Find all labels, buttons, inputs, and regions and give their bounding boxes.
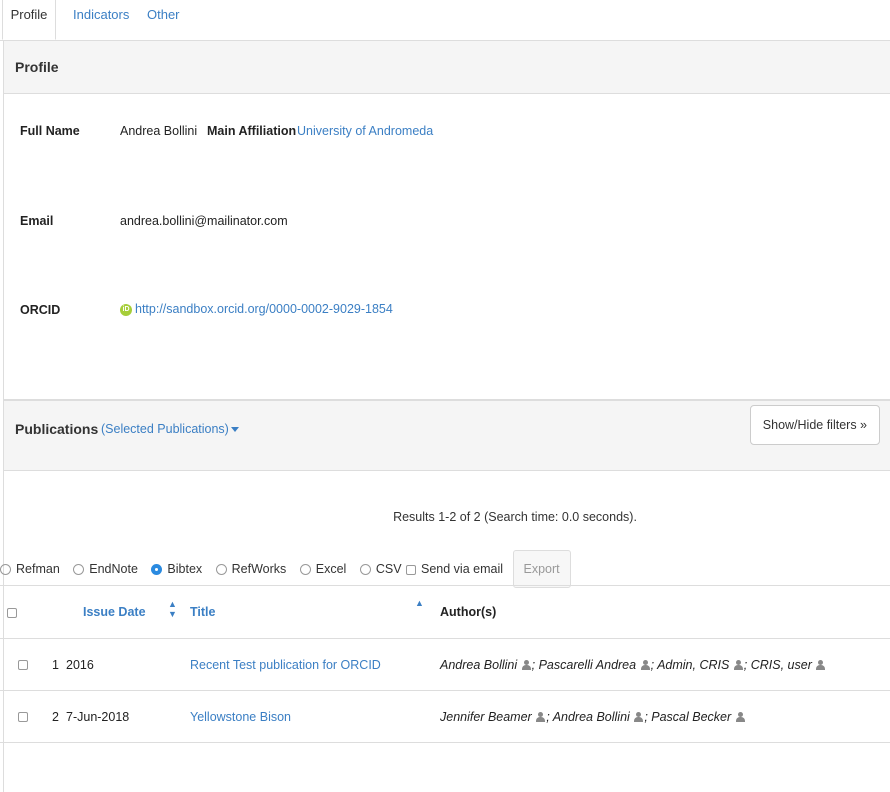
person-icon[interactable] (521, 660, 531, 671)
author-link[interactable]: Pascal Becker (651, 710, 731, 724)
row-title-cell: Recent Test publication for ORCID (181, 638, 431, 691)
export-option-refworks[interactable]: RefWorks (215, 562, 287, 576)
row-number: 1 (29, 638, 65, 691)
row-title-link[interactable]: Recent Test publication for ORCID (190, 658, 381, 672)
author-link[interactable]: Jennifer Beamer (440, 710, 532, 724)
row-title-cell: Yellowstone Bison (181, 690, 431, 743)
profile-heading: Profile (4, 41, 890, 94)
tab-other[interactable]: Other (147, 0, 180, 40)
checkbox-icon[interactable] (406, 564, 417, 575)
export-label: EndNote (89, 562, 138, 576)
table-row: 1 2016 Recent Test publication for ORCID An… (0, 638, 890, 691)
export-option-refman[interactable]: Refman (0, 562, 60, 576)
row-authors-cell: Jennifer Beamer ; Andrea Bollini ; Pasca… (431, 690, 890, 743)
person-icon[interactable] (640, 660, 650, 671)
person-icon[interactable] (536, 712, 546, 723)
radio-icon[interactable] (299, 564, 311, 576)
send-email-label: Send via email (421, 562, 504, 576)
table-row: 2 7-Jun-2018 Yellowstone Bison Jennifer Bea… (0, 690, 890, 743)
export-label: RefWorks (231, 562, 287, 576)
caret-down-icon (230, 427, 239, 433)
tab-profile[interactable]: Profile (2, 0, 56, 40)
row-number: 2 (29, 690, 65, 743)
publications-heading: Publications (Selected Publications) Sho… (4, 401, 890, 471)
author-link[interactable]: CRIS, user (751, 658, 812, 672)
issue-date-sort-link[interactable]: Issue Date (83, 605, 146, 619)
show-hide-filters-button[interactable]: Show/Hide filters » (749, 405, 880, 445)
author-link[interactable]: Andrea Bollini (553, 710, 630, 724)
row-issue-date: 7-Jun-2018 (65, 690, 181, 743)
authors-header: Author(s) (431, 585, 890, 639)
orcid-link[interactable]: http://sandbox.orcid.org/0000-0002-9029-… (135, 302, 393, 316)
email-label: Email (20, 214, 54, 228)
sort-asc-icon[interactable]: ▲ (415, 598, 424, 608)
person-icon[interactable] (733, 660, 743, 671)
person-icon[interactable] (816, 660, 826, 671)
sort-both-icon[interactable]: ▲ ▼ (168, 599, 177, 619)
author-link[interactable]: Admin, CRIS (657, 658, 729, 672)
selected-publications-label: (Selected Publications) (101, 422, 229, 436)
select-all-cell (0, 585, 29, 639)
row-checkbox[interactable] (18, 712, 28, 723)
row-checkbox[interactable] (18, 660, 28, 671)
row-issue-date: 2016 (65, 638, 181, 691)
person-icon[interactable] (735, 712, 745, 723)
export-button[interactable]: Export (512, 550, 571, 588)
orcid-value: iD http://sandbox.orcid.org/0000-0002-902… (120, 302, 393, 316)
publications-title: Publications (15, 421, 99, 437)
publications-table: Issue Date ▲ ▼ Title ▲ Author(s) 1 2016 Rec… (0, 585, 890, 743)
radio-checked-icon[interactable] (151, 564, 163, 576)
orcid-label: ORCID (20, 303, 61, 317)
author-link[interactable]: Andrea Bollini (440, 658, 517, 672)
radio-icon[interactable] (73, 564, 85, 576)
affiliation-label: Main Affiliation (207, 124, 297, 138)
export-option-csv[interactable]: CSV (359, 562, 402, 576)
results-summary: Results 1-2 of 2 (Search time: 0.0 secon… (0, 510, 890, 524)
export-option-excel[interactable]: Excel (299, 562, 347, 576)
radio-icon[interactable] (215, 564, 227, 576)
full-name-label: Full Name (20, 124, 80, 138)
row-authors-cell: Andrea Bollini ; Pascarelli Andrea ; Adm… (431, 638, 890, 691)
export-label: Bibtex (167, 562, 203, 576)
person-icon[interactable] (634, 712, 644, 723)
export-option-endnote[interactable]: EndNote (73, 562, 138, 576)
selected-publications-dropdown[interactable]: (Selected Publications) (101, 401, 239, 458)
export-label: Excel (315, 562, 347, 576)
orcid-icon: iD (120, 303, 132, 316)
title-header: ▲ ▼ Title ▲ (168, 585, 431, 639)
table-header-row: Issue Date ▲ ▼ Title ▲ Author(s) (0, 585, 890, 639)
send-via-email-option[interactable]: Send via email (406, 562, 503, 576)
export-label: CSV (375, 562, 402, 576)
radio-icon[interactable] (0, 564, 11, 576)
results-text: Results 1-2 of 2 (Search time: 0.0 secon… (393, 510, 637, 524)
email-value: andrea.bollini@mailinator.com (120, 214, 288, 228)
tab-bar: Profile Indicators Other (0, 0, 890, 41)
tab-indicators[interactable]: Indicators (73, 0, 129, 40)
export-options: Refman EndNote Bibtex RefWorks Excel CSV… (0, 550, 571, 588)
export-option-bibtex[interactable]: Bibtex (151, 562, 202, 576)
num-header (29, 585, 65, 639)
export-label: Refman (16, 562, 60, 576)
issue-date-header: Issue Date (65, 585, 181, 639)
select-all-checkbox[interactable] (7, 607, 17, 618)
row-title-link[interactable]: Yellowstone Bison (190, 710, 291, 724)
title-sort-link[interactable]: Title (190, 605, 215, 619)
radio-icon[interactable] (359, 564, 371, 576)
full-name-value: Andrea Bollini (120, 124, 198, 138)
author-link[interactable]: Pascarelli Andrea (539, 658, 637, 672)
authors-header-label: Author(s) (440, 605, 497, 619)
row-select-cell (0, 638, 29, 691)
affiliation-link[interactable]: University of Andromeda (297, 124, 433, 138)
row-select-cell (0, 690, 29, 743)
